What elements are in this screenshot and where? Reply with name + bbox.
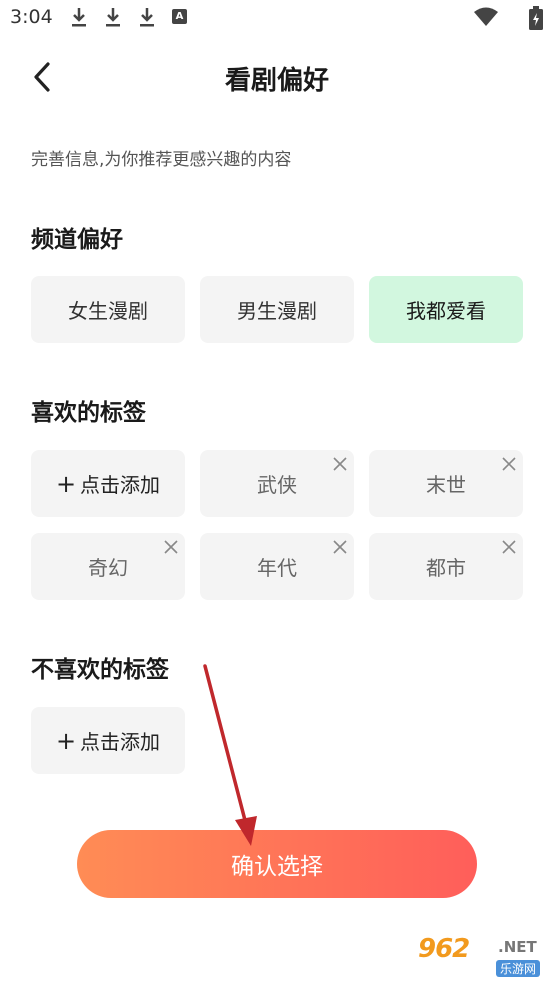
download-icon [106,8,120,27]
channel-option-female[interactable]: 女生漫剧 [31,276,185,343]
confirm-button[interactable]: 确认选择 [77,830,477,898]
close-icon[interactable] [501,456,517,472]
download-icon [72,8,86,27]
disliked-section-title: 不喜欢的标签 [31,657,169,683]
add-liked-tag-button[interactable]: + 点击添加 [31,450,185,517]
tag-label: 年代 [257,556,297,580]
liked-tag[interactable]: 年代 [200,533,354,600]
battery-icon [529,6,543,30]
subtitle: 完善信息,为你推荐更感兴趣的内容 [31,150,292,170]
channel-option-male[interactable]: 男生漫剧 [200,276,354,343]
page-title: 看剧偏好 [224,66,329,96]
site-watermark-logo: 962 .NET 乐游网 [412,934,550,980]
annotation-arrow-icon [203,664,257,846]
channel-option-label: 我都爱看 [406,299,486,323]
add-tag-label: 点击添加 [80,730,161,754]
watermark-suffix: .NET [498,938,537,956]
confirm-button-label: 确认选择 [231,854,323,880]
plus-icon: + [55,469,77,498]
close-icon[interactable] [163,539,179,555]
tag-label: 末世 [426,473,466,497]
channel-option-label: 男生漫剧 [237,299,317,323]
tag-label: 武侠 [257,473,297,497]
liked-tag[interactable]: 武侠 [200,450,354,517]
close-icon[interactable] [332,539,348,555]
liked-section-title: 喜欢的标签 [31,400,146,426]
tag-label: 都市 [426,556,466,580]
close-icon[interactable] [501,539,517,555]
status-bar: 3:04 A [0,0,554,38]
plus-icon: + [55,726,77,755]
channel-option-both[interactable]: 我都爱看 [369,276,523,343]
wifi-icon [474,7,498,26]
liked-tag[interactable]: 末世 [369,450,523,517]
notification-badge-icon: A [172,9,187,24]
download-icon [140,8,154,27]
status-time: 3:04 [10,6,53,28]
tag-label: 奇幻 [88,556,128,580]
liked-tag[interactable]: 奇幻 [31,533,185,600]
channel-section-title: 频道偏好 [31,227,123,253]
close-icon[interactable] [332,456,348,472]
watermark-main: 962 [418,934,470,964]
liked-tag[interactable]: 都市 [369,533,523,600]
watermark-sub: 乐游网 [496,960,541,977]
channel-option-label: 女生漫剧 [68,299,148,323]
add-disliked-tag-button[interactable]: + 点击添加 [31,707,185,774]
add-tag-label: 点击添加 [80,473,161,497]
